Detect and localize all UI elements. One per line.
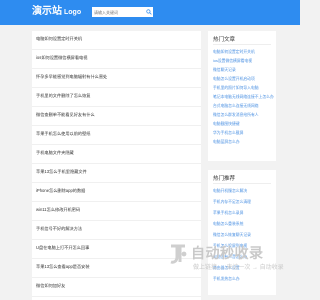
recommend-link[interactable]: 手机内存不足怎么清理 bbox=[213, 200, 251, 205]
hot-article-link[interactable]: 华为手机怎么截屏 bbox=[213, 131, 243, 136]
article-link[interactable]: 手机电脑文件夹隐藏 bbox=[36, 150, 74, 156]
hot-article-link[interactable]: 微信聊天记录 bbox=[213, 68, 236, 73]
hot-article-link[interactable]: 电脑蓝屏怎么办 bbox=[213, 140, 240, 145]
list-item[interactable]: 怀孕多早能感觉到电脑辐射有什么害处 bbox=[32, 69, 201, 88]
article-link[interactable]: 手机信号不好的解决方法 bbox=[36, 226, 82, 232]
hot-articles-title: 热门文章 bbox=[213, 37, 236, 43]
list-item[interactable]: ios如何设置微信横屏看电视 bbox=[32, 50, 201, 69]
list-item[interactable]: win11怎么修改开机密码 bbox=[32, 202, 201, 221]
list-item[interactable]: 电脑如何设置定时开关机 bbox=[32, 31, 201, 50]
hot-article-link[interactable]: 电脑如何设置定时开关机 bbox=[213, 50, 255, 55]
list-item[interactable]: 苹果13怎么手机里隐藏文件 bbox=[32, 164, 201, 183]
article-link[interactable]: ios如何设置微信横屏看电视 bbox=[36, 55, 87, 61]
site-logo[interactable]: 演示站 Logo bbox=[32, 6, 81, 19]
list-item[interactable]: 微信查删单不能看见好友有什么 bbox=[32, 107, 201, 126]
logo-icon bbox=[170, 244, 187, 264]
list-item[interactable]: 手机电脑文件夹隐藏 bbox=[32, 145, 201, 164]
recommend-link[interactable]: 苹果手机怎么录屏 bbox=[213, 211, 243, 216]
watermark: 自动秒收录 做上链接 → 来访一次 → 自动收录 bbox=[166, 240, 296, 278]
list-item[interactable]: 手机信号不好的解决方法 bbox=[32, 221, 201, 240]
watermark-subtitle: 做上链接 → 来访一次 → 自动收录 bbox=[193, 265, 284, 271]
hot-article-link[interactable]: 手机里的照片如何导入电脑 bbox=[213, 86, 259, 91]
divider bbox=[213, 183, 271, 184]
recommend-title: 热门推荐 bbox=[213, 176, 236, 182]
search-input[interactable] bbox=[94, 7, 142, 17]
hot-article-link[interactable]: 电脑截图快捷键 bbox=[213, 122, 240, 127]
search-box bbox=[92, 7, 153, 17]
hot-article-link[interactable]: 微信怎么群发消息给所有人 bbox=[213, 113, 259, 118]
article-link[interactable]: 电脑如何设置定时开关机 bbox=[36, 36, 82, 42]
search-icon[interactable] bbox=[146, 9, 152, 15]
article-link[interactable]: 怀孕多早能感觉到电脑辐射有什么害处 bbox=[36, 74, 107, 80]
top-header: 演示站 Logo bbox=[0, 0, 300, 25]
logo-subtitle: Logo bbox=[64, 9, 82, 16]
list-item[interactable]: iPhone怎么删除app的数据 bbox=[32, 183, 201, 202]
logo-title: 演示站 bbox=[32, 6, 62, 17]
article-link[interactable]: 手机里的文件删除了怎么恢复 bbox=[36, 93, 90, 99]
article-link[interactable]: 苹果13怎么查看app是否安装 bbox=[36, 264, 90, 270]
article-link[interactable]: 苹果13怎么手机里隐藏文件 bbox=[36, 169, 87, 175]
recommend-link[interactable]: 电脑开机慢怎么解决 bbox=[213, 189, 247, 194]
list-item[interactable]: 微信如何加好友 bbox=[32, 278, 201, 297]
watermark-title: 自动秒收录 bbox=[191, 245, 264, 261]
hot-article-link[interactable]: 电脑怎么设置开机启动项 bbox=[213, 77, 255, 82]
article-link[interactable]: iPhone怎么删除app的数据 bbox=[36, 188, 85, 194]
recommend-link[interactable]: 微信怎么恢复聊天记录 bbox=[213, 233, 251, 238]
article-link[interactable]: 微信查删单不能看见好友有什么 bbox=[36, 112, 95, 118]
list-item[interactable]: 手机里的文件删除了怎么恢复 bbox=[32, 88, 201, 107]
article-link[interactable]: win11怎么修改开机密码 bbox=[36, 207, 80, 213]
article-link[interactable]: U盘在电脑上打不开怎么回事 bbox=[36, 245, 89, 251]
hot-article-link[interactable]: ios设置微信横屏看电视 bbox=[213, 59, 252, 64]
hot-article-link[interactable]: 笔记本电脑无线网络连接不上怎么办 bbox=[213, 95, 274, 100]
divider bbox=[213, 44, 271, 45]
list-item[interactable]: 苹果手机怎么使用以前的壁纸 bbox=[32, 126, 201, 145]
hot-article-link[interactable]: 台式电脑怎么连接无线网络 bbox=[213, 104, 259, 109]
hot-articles-panel: 热门文章 电脑如何设置定时开关机 ios设置微信横屏看电视 微信聊天记录 电脑怎… bbox=[208, 31, 276, 161]
article-link[interactable]: 苹果手机怎么使用以前的壁纸 bbox=[36, 131, 90, 137]
article-link[interactable]: 微信如何加好友 bbox=[36, 283, 65, 289]
recommend-link[interactable]: 电脑怎么重装系统 bbox=[213, 222, 243, 227]
